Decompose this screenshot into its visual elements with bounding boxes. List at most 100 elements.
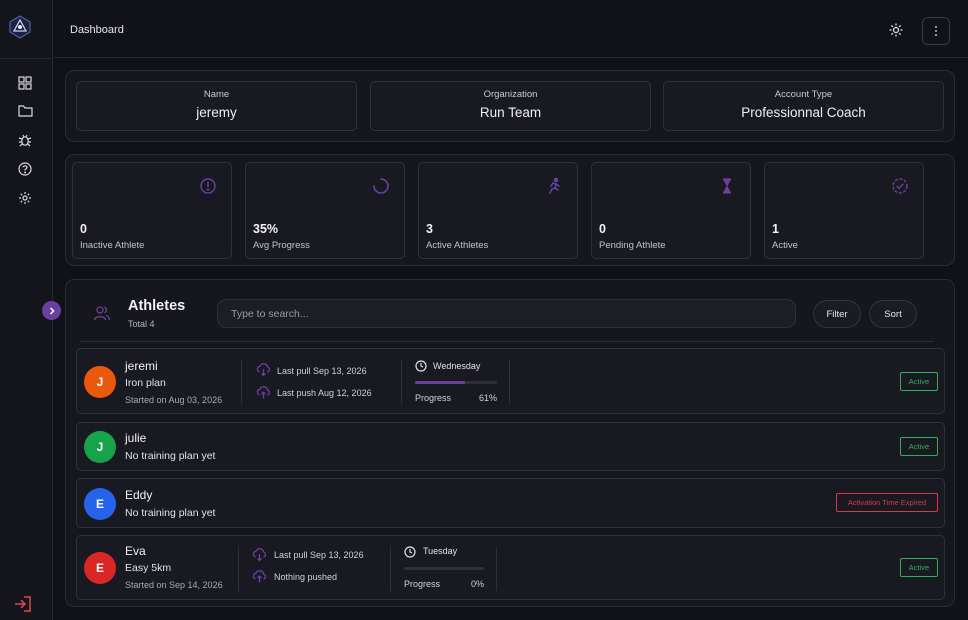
cloud-upload-icon (252, 569, 267, 584)
avatar: E (84, 488, 116, 520)
cloud-download-icon (252, 547, 267, 562)
training-day: Tuesday (423, 546, 458, 556)
row-divider (401, 360, 402, 404)
theme-toggle-sun-icon[interactable] (889, 23, 903, 37)
last-pull: Last pull Sep 13, 2026 (274, 550, 364, 560)
chevron-right-icon (49, 306, 55, 315)
athletes-title: Athletes (128, 298, 186, 314)
athletes-panel: Athletes Total 4 Filter Sort J jeremi Ir… (65, 279, 955, 607)
row-divider (238, 547, 239, 591)
progress-label: Progress (404, 579, 441, 589)
last-push: Nothing pushed (274, 572, 338, 582)
profile-name-card: Name jeremy (76, 81, 357, 131)
cloud-upload-icon (256, 385, 271, 400)
athlete-plan: No training plan yet (125, 507, 216, 519)
stat-value: 0 (599, 222, 606, 236)
stat-card-active-athletes: 3 Active Athletes (418, 162, 578, 259)
bug-icon[interactable] (18, 133, 34, 149)
top-header: Dashboard (54, 0, 968, 58)
logout-icon[interactable] (14, 595, 32, 613)
stat-card-avg-progress: 35% Avg Progress (245, 162, 405, 259)
cloud-download-icon (256, 362, 271, 377)
running-icon (545, 177, 563, 195)
stat-label: Avg Progress (253, 240, 310, 251)
help-circle-icon[interactable] (18, 162, 34, 178)
row-divider (390, 547, 391, 591)
athlete-started: Started on Sep 14, 2026 (125, 580, 223, 590)
stat-value: 0 (80, 222, 87, 236)
name-value: jeremy (196, 105, 237, 120)
progress-bar (404, 567, 484, 570)
sidebar-divider (0, 58, 53, 59)
stat-value: 3 (426, 222, 433, 236)
athletes-total: Total 4 (128, 319, 155, 329)
clock-icon (415, 359, 427, 372)
athlete-plan: Iron plan (125, 377, 166, 389)
clock-icon (404, 545, 416, 558)
athletes-header-divider (80, 341, 934, 342)
athlete-row-jeremi[interactable]: J jeremi Iron plan Started on Aug 03, 20… (76, 348, 945, 414)
stat-value: 1 (772, 222, 779, 236)
athlete-plan: Easy 5km (125, 562, 172, 574)
stat-label: Active Athletes (426, 240, 489, 251)
training-day: Wednesday (433, 361, 481, 371)
athlete-row-eva[interactable]: E Eva Easy 5km Started on Sep 14, 2026 L… (76, 535, 945, 600)
status-badge: Active (900, 437, 938, 456)
row-divider (496, 547, 497, 591)
page-title: Dashboard (70, 24, 124, 36)
name-label: Name (203, 89, 230, 100)
stats-panel: 0 Inactive Athlete 35% Avg Progress 3 Ac… (65, 154, 955, 266)
alert-circle-icon (199, 177, 217, 195)
stat-label: Active (772, 240, 798, 251)
account-type-label: Account Type (774, 89, 833, 100)
stat-card-active: 1 Active (764, 162, 924, 259)
row-divider (509, 360, 510, 404)
settings-gear-icon[interactable] (18, 191, 34, 207)
sidebar-expand-button[interactable] (42, 301, 61, 320)
folder-icon[interactable] (18, 104, 34, 120)
status-badge: Active (900, 558, 938, 577)
stat-label: Pending Athlete (599, 240, 666, 251)
more-vertical-icon (935, 26, 937, 36)
organization-label: Organization (483, 89, 538, 100)
filter-button[interactable]: Filter (813, 300, 861, 328)
progress-value: 0% (470, 579, 484, 589)
athlete-name: Eddy (125, 488, 153, 502)
dashboard-grid-icon[interactable] (18, 76, 34, 92)
progress-label: Progress (415, 393, 452, 403)
avatar: E (84, 552, 116, 584)
status-badge: Activation Time Expired (836, 493, 938, 512)
progress-bar (415, 381, 497, 384)
athlete-started: Started on Aug 03, 2026 (125, 395, 223, 405)
app-logo-icon[interactable] (8, 15, 32, 39)
athlete-row-julie[interactable]: J julie No training plan yet Active (76, 422, 945, 471)
stat-value: 35% (253, 222, 279, 236)
profile-account-type-card: Account Type Professionnal Coach (663, 81, 944, 131)
status-badge: Active (900, 372, 938, 391)
check-circle-icon (891, 177, 909, 195)
loader-icon (372, 177, 390, 195)
avatar: J (84, 431, 116, 463)
profile-panel: Name jeremy Organization Run Team Accoun… (65, 70, 955, 142)
athlete-row-eddy[interactable]: E Eddy No training plan yet Activation T… (76, 478, 945, 528)
row-divider (241, 360, 242, 404)
account-type-value: Professionnal Coach (741, 105, 866, 120)
organization-value: Run Team (479, 105, 542, 120)
progress-bar-fill (415, 381, 466, 384)
athlete-plan: No training plan yet (125, 450, 216, 462)
stat-label: Inactive Athlete (80, 240, 145, 251)
athlete-name: Eva (125, 544, 146, 558)
hourglass-icon (718, 177, 736, 195)
last-pull: Last pull Sep 13, 2026 (277, 366, 367, 376)
more-menu-button[interactable] (922, 17, 950, 45)
last-push: Last push Aug 12, 2026 (277, 388, 372, 398)
progress-value: 61% (478, 393, 497, 403)
users-icon (93, 304, 111, 322)
profile-organization-card: Organization Run Team (370, 81, 651, 131)
sort-button[interactable]: Sort (869, 300, 917, 328)
athlete-name: julie (125, 431, 147, 445)
athlete-name: jeremi (125, 359, 158, 373)
athlete-search-input[interactable] (217, 299, 796, 328)
avatar: J (84, 366, 116, 398)
stat-card-pending: 0 Pending Athlete (591, 162, 751, 259)
